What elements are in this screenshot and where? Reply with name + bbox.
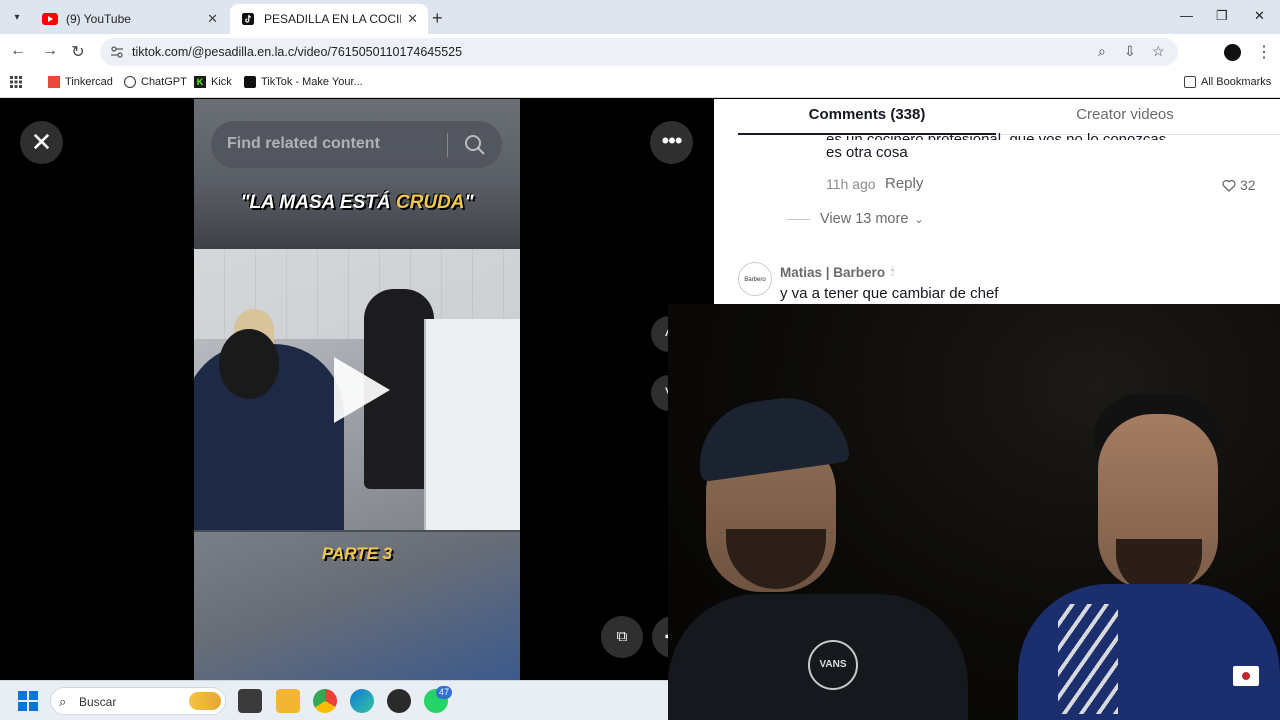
- search-icon: ⌕: [59, 694, 67, 709]
- like-button[interactable]: 32: [1222, 177, 1256, 193]
- view-more-label: View 13 more: [820, 211, 909, 227]
- tab-title: (9) YouTube: [66, 12, 131, 26]
- zoom-icon[interactable]: ⌕: [1098, 43, 1106, 60]
- like-count: 32: [1240, 177, 1256, 193]
- bookmark-tinkercad[interactable]: Tinkercad: [48, 76, 113, 88]
- close-video-button[interactable]: ✕: [20, 121, 63, 164]
- search-icon[interactable]: [463, 133, 487, 157]
- reply-button[interactable]: Reply: [885, 175, 923, 192]
- browser-menu-icon[interactable]: ⋮: [1256, 42, 1272, 62]
- video-caption-bottom: PARTE 3: [321, 544, 393, 563]
- tiktok-icon: [244, 76, 256, 88]
- folder-icon: [1184, 76, 1196, 88]
- bookmark-label: TikTok - Make Your...: [261, 76, 363, 88]
- chrome-icon[interactable]: [313, 689, 337, 713]
- bookmark-label: Tinkercad: [65, 76, 113, 88]
- play-icon[interactable]: [334, 357, 390, 423]
- kick-icon: K: [194, 76, 206, 88]
- all-bookmarks[interactable]: All Bookmarks: [1184, 76, 1271, 88]
- notification-badge: 47: [436, 686, 452, 699]
- shirt-logo: VANS: [808, 640, 858, 690]
- chevron-down-icon: ⌄: [914, 213, 924, 226]
- back-icon[interactable]: ←: [8, 42, 28, 60]
- new-tab-button[interactable]: +: [432, 8, 443, 29]
- bookmark-kick[interactable]: K Kick: [194, 76, 232, 88]
- all-bookmarks-label: All Bookmarks: [1201, 76, 1272, 88]
- tab-tiktok[interactable]: PESADILLA EN LA COCINA (@p ✕: [230, 4, 428, 34]
- url-text: tiktok.com/@pesadilla.en.la.c/video/7615…: [132, 45, 463, 59]
- creator-badge-icon: 🕯︎: [891, 266, 895, 278]
- fridge: [424, 319, 520, 530]
- bookmark-chatgpt[interactable]: ChatGPT: [124, 76, 187, 88]
- person-foreground-head: [219, 329, 279, 399]
- address-bar[interactable]: tiktok.com/@pesadilla.en.la.c/video/7615…: [100, 38, 1178, 66]
- caption-text: "LA MASA ESTÁ: [240, 192, 396, 213]
- caption-text-end: ": [464, 192, 474, 213]
- reply-text: es un cocinero profesional, que vos no l…: [826, 131, 1206, 162]
- bookmarks-bar: Tinkercad ChatGPT K Kick TikTok - Make Y…: [0, 70, 1280, 98]
- webcam-overlay: VANS: [668, 304, 1280, 720]
- profile-avatar[interactable]: [1224, 44, 1241, 61]
- reply-text-line2: es otra cosa: [826, 144, 908, 161]
- close-tab-icon[interactable]: ✕: [407, 11, 418, 27]
- minimize-icon[interactable]: —: [1180, 8, 1193, 23]
- bookmark-label: Kick: [211, 76, 232, 88]
- caption-highlight: CRUDA: [395, 192, 465, 213]
- windows-taskbar: ⌕ Buscar 47: [0, 680, 668, 720]
- avatar[interactable]: Barbero: [738, 262, 772, 296]
- chatgpt-icon: [124, 76, 136, 88]
- apps-grid-icon[interactable]: [10, 76, 22, 88]
- tab-strip: ▾ (9) YouTube ✕ PESADILLA EN LA COCINA (…: [0, 0, 1280, 34]
- japan-flag-icon: [1233, 666, 1259, 686]
- file-explorer-icon[interactable]: [276, 689, 300, 713]
- tab-youtube[interactable]: (9) YouTube ✕: [32, 4, 228, 34]
- obs-icon[interactable]: [387, 689, 411, 713]
- reply-text-line1: es un cocinero profesional, que vos no l…: [826, 131, 1167, 140]
- tiktok-icon: [242, 13, 254, 25]
- edge-icon[interactable]: [350, 689, 374, 713]
- browser-toolbar: ← → ↻ tiktok.com/@pesadilla.en.la.c/vide…: [0, 34, 1280, 70]
- windows-start-icon[interactable]: [18, 691, 38, 711]
- related-search-box[interactable]: Find related content: [211, 121, 502, 168]
- bookmark-star-icon[interactable]: ☆: [1152, 43, 1165, 60]
- install-app-icon[interactable]: ⇩: [1124, 43, 1136, 60]
- close-tab-icon[interactable]: ✕: [207, 11, 218, 27]
- video-caption-top: "LA MASA ESTÁ CRUDA": [194, 192, 520, 214]
- tab-title: PESADILLA EN LA COCINA (@p: [264, 12, 401, 26]
- video-player[interactable]: Find related content "LA MASA ESTÁ CRUDA…: [194, 99, 520, 680]
- bookmark-label: ChatGPT: [141, 76, 187, 88]
- shirt-stripes: [1058, 604, 1118, 714]
- close-window-icon[interactable]: ✕: [1254, 8, 1265, 24]
- comment-text: y va a tener que cambiar de chef: [780, 285, 999, 302]
- divider-line: [786, 218, 810, 220]
- tab-search-button[interactable]: ▾: [6, 7, 28, 27]
- reply-time: 11h ago: [826, 176, 876, 192]
- tinkercad-icon: [48, 76, 60, 88]
- view-more-replies[interactable]: View 13 more ⌄: [786, 211, 924, 227]
- site-info-icon[interactable]: [110, 45, 124, 59]
- video-frame: [194, 249, 520, 530]
- comment-username[interactable]: Matias | Barbero: [780, 265, 885, 280]
- search-highlight-icon: [189, 692, 221, 710]
- youtube-icon: [42, 13, 58, 25]
- heart-icon: [1222, 179, 1236, 192]
- search-placeholder: Find related content: [227, 135, 380, 152]
- screen: ▾ (9) YouTube ✕ PESADILLA EN LA COCINA (…: [0, 0, 1280, 720]
- reload-icon[interactable]: ↻: [68, 42, 88, 62]
- task-view-icon[interactable]: [238, 689, 262, 713]
- more-options-button[interactable]: •••: [650, 121, 693, 164]
- search-divider: [447, 133, 448, 157]
- taskbar-search[interactable]: ⌕ Buscar: [50, 687, 226, 715]
- restore-icon[interactable]: ❐: [1216, 8, 1228, 24]
- taskbar-search-label: Buscar: [79, 695, 117, 709]
- forward-icon[interactable]: →: [40, 42, 60, 60]
- picture-in-picture-button[interactable]: ⧉: [601, 616, 643, 658]
- bookmark-tiktok[interactable]: TikTok - Make Your...: [244, 76, 363, 88]
- avatar-text: Barbero: [744, 277, 766, 283]
